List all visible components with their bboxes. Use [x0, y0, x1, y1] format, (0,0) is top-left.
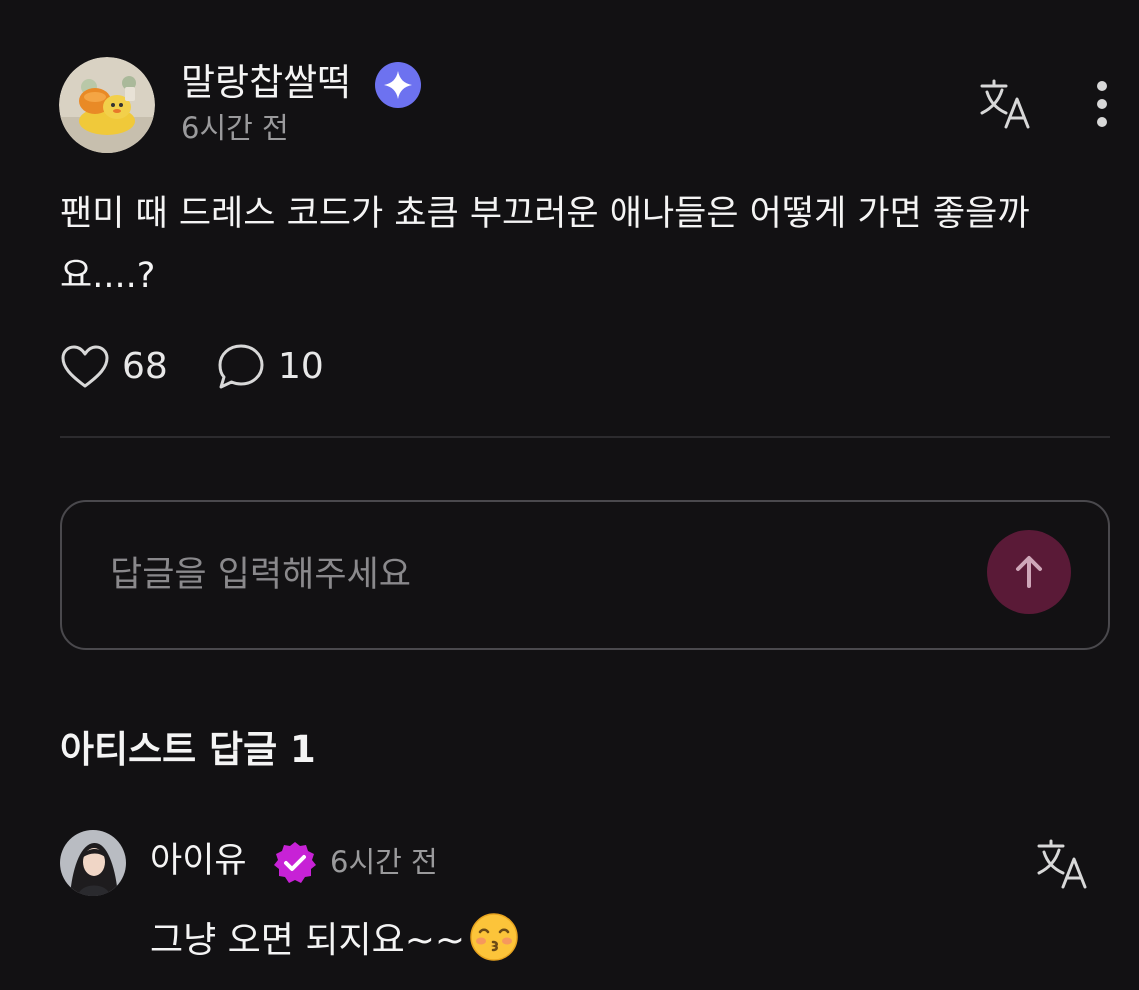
post-body: 팬미 때 드레스 코드가 쵸큼 부끄러운 애나들은 어떻게 가면 좋을까요...…	[60, 194, 1030, 296]
more-options-icon[interactable]	[1088, 78, 1116, 132]
like-button[interactable]: 68	[60, 343, 168, 391]
author-avatar[interactable]	[59, 57, 155, 153]
reply-text: 그냥 오면 되지요~~	[150, 920, 466, 961]
arrow-up-icon	[1016, 556, 1042, 588]
artist-replies-heading: 아티스트 답글 1	[60, 728, 316, 771]
verified-check-badge-icon	[272, 840, 318, 886]
comment-bubble-icon	[218, 344, 264, 389]
author-name[interactable]: 말랑찹쌀떡	[181, 60, 351, 106]
reply-input[interactable]	[110, 544, 950, 606]
artist-avatar[interactable]	[60, 830, 126, 896]
post-timestamp: 6시간 전	[181, 111, 289, 145]
translate-icon[interactable]	[979, 78, 1033, 130]
translate-icon[interactable]	[1036, 838, 1090, 890]
like-count: 68	[122, 346, 168, 387]
comment-button[interactable]: 10	[216, 343, 324, 391]
comment-count: 10	[278, 346, 324, 387]
reply-text-row: 그냥 오면 되지요~~	[150, 912, 519, 970]
sparkle-badge-icon	[375, 62, 421, 108]
kissing-face-emoji-icon	[469, 912, 519, 962]
reply-input-box[interactable]	[60, 500, 1110, 650]
reply-timestamp: 6시간 전	[330, 845, 438, 879]
divider	[60, 436, 1110, 438]
artist-name[interactable]: 아이유	[150, 838, 247, 884]
heart-icon	[61, 345, 109, 388]
send-button[interactable]	[987, 530, 1071, 614]
